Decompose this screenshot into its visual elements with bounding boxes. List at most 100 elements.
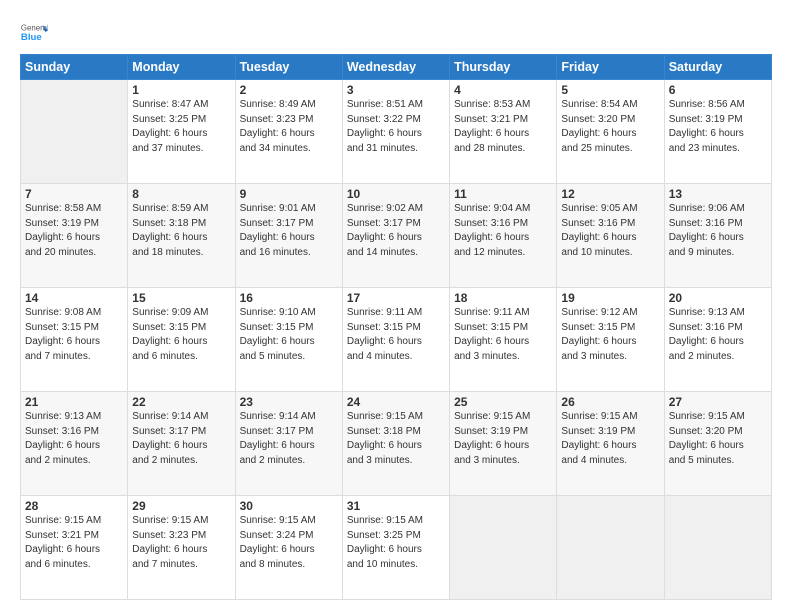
calendar-table: SundayMondayTuesdayWednesdayThursdayFrid… <box>20 54 772 600</box>
day-info: Sunrise: 9:15 AM Sunset: 3:24 PM Dayligh… <box>240 514 338 572</box>
day-info: Sunrise: 9:15 AM Sunset: 3:25 PM Dayligh… <box>347 514 445 572</box>
day-number: 8 <box>132 187 230 201</box>
svg-text:Blue: Blue <box>21 32 42 43</box>
calendar-day-cell: 24Sunrise: 9:15 AM Sunset: 3:18 PM Dayli… <box>342 392 449 496</box>
calendar-week-row: 14Sunrise: 9:08 AM Sunset: 3:15 PM Dayli… <box>21 288 772 392</box>
day-number: 13 <box>669 187 767 201</box>
day-number: 28 <box>25 499 123 513</box>
day-info: Sunrise: 9:15 AM Sunset: 3:21 PM Dayligh… <box>25 514 123 572</box>
calendar-day-cell: 6Sunrise: 8:56 AM Sunset: 3:19 PM Daylig… <box>664 80 771 184</box>
day-number: 17 <box>347 291 445 305</box>
day-number: 6 <box>669 83 767 97</box>
day-number: 20 <box>669 291 767 305</box>
calendar-day-cell <box>450 496 557 600</box>
day-number: 31 <box>347 499 445 513</box>
day-info: Sunrise: 8:53 AM Sunset: 3:21 PM Dayligh… <box>454 98 552 156</box>
day-number: 27 <box>669 395 767 409</box>
calendar-day-cell: 28Sunrise: 9:15 AM Sunset: 3:21 PM Dayli… <box>21 496 128 600</box>
calendar-day-cell: 10Sunrise: 9:02 AM Sunset: 3:17 PM Dayli… <box>342 184 449 288</box>
day-info: Sunrise: 9:10 AM Sunset: 3:15 PM Dayligh… <box>240 306 338 364</box>
calendar-day-cell: 19Sunrise: 9:12 AM Sunset: 3:15 PM Dayli… <box>557 288 664 392</box>
day-number: 15 <box>132 291 230 305</box>
calendar-day-cell: 5Sunrise: 8:54 AM Sunset: 3:20 PM Daylig… <box>557 80 664 184</box>
calendar-day-cell: 15Sunrise: 9:09 AM Sunset: 3:15 PM Dayli… <box>128 288 235 392</box>
calendar-day-cell: 27Sunrise: 9:15 AM Sunset: 3:20 PM Dayli… <box>664 392 771 496</box>
day-info: Sunrise: 8:49 AM Sunset: 3:23 PM Dayligh… <box>240 98 338 156</box>
calendar-week-row: 7Sunrise: 8:58 AM Sunset: 3:19 PM Daylig… <box>21 184 772 288</box>
day-number: 3 <box>347 83 445 97</box>
day-number: 10 <box>347 187 445 201</box>
logo-icon: General Blue <box>20 18 48 46</box>
day-number: 1 <box>132 83 230 97</box>
day-info: Sunrise: 9:15 AM Sunset: 3:18 PM Dayligh… <box>347 410 445 468</box>
day-number: 21 <box>25 395 123 409</box>
calendar-day-cell: 25Sunrise: 9:15 AM Sunset: 3:19 PM Dayli… <box>450 392 557 496</box>
day-info: Sunrise: 9:02 AM Sunset: 3:17 PM Dayligh… <box>347 202 445 260</box>
logo: General Blue <box>20 18 52 46</box>
calendar-day-cell: 22Sunrise: 9:14 AM Sunset: 3:17 PM Dayli… <box>128 392 235 496</box>
calendar-day-cell: 30Sunrise: 9:15 AM Sunset: 3:24 PM Dayli… <box>235 496 342 600</box>
day-number: 14 <box>25 291 123 305</box>
day-number: 16 <box>240 291 338 305</box>
day-info: Sunrise: 9:13 AM Sunset: 3:16 PM Dayligh… <box>25 410 123 468</box>
day-info: Sunrise: 9:12 AM Sunset: 3:15 PM Dayligh… <box>561 306 659 364</box>
calendar-day-cell <box>557 496 664 600</box>
calendar-day-header: Sunday <box>21 55 128 80</box>
calendar-day-cell: 8Sunrise: 8:59 AM Sunset: 3:18 PM Daylig… <box>128 184 235 288</box>
day-info: Sunrise: 9:14 AM Sunset: 3:17 PM Dayligh… <box>240 410 338 468</box>
page-header: General Blue <box>20 18 772 46</box>
day-number: 12 <box>561 187 659 201</box>
day-info: Sunrise: 9:01 AM Sunset: 3:17 PM Dayligh… <box>240 202 338 260</box>
calendar-day-cell: 20Sunrise: 9:13 AM Sunset: 3:16 PM Dayli… <box>664 288 771 392</box>
day-info: Sunrise: 9:15 AM Sunset: 3:19 PM Dayligh… <box>561 410 659 468</box>
day-number: 23 <box>240 395 338 409</box>
day-info: Sunrise: 9:04 AM Sunset: 3:16 PM Dayligh… <box>454 202 552 260</box>
day-number: 5 <box>561 83 659 97</box>
calendar-week-row: 1Sunrise: 8:47 AM Sunset: 3:25 PM Daylig… <box>21 80 772 184</box>
calendar-day-header: Wednesday <box>342 55 449 80</box>
day-info: Sunrise: 9:08 AM Sunset: 3:15 PM Dayligh… <box>25 306 123 364</box>
calendar-day-header: Tuesday <box>235 55 342 80</box>
calendar-day-cell: 12Sunrise: 9:05 AM Sunset: 3:16 PM Dayli… <box>557 184 664 288</box>
calendar-day-cell: 13Sunrise: 9:06 AM Sunset: 3:16 PM Dayli… <box>664 184 771 288</box>
day-number: 26 <box>561 395 659 409</box>
calendar-day-cell: 1Sunrise: 8:47 AM Sunset: 3:25 PM Daylig… <box>128 80 235 184</box>
day-info: Sunrise: 8:54 AM Sunset: 3:20 PM Dayligh… <box>561 98 659 156</box>
calendar-day-cell: 26Sunrise: 9:15 AM Sunset: 3:19 PM Dayli… <box>557 392 664 496</box>
calendar-day-cell: 16Sunrise: 9:10 AM Sunset: 3:15 PM Dayli… <box>235 288 342 392</box>
day-number: 24 <box>347 395 445 409</box>
day-number: 18 <box>454 291 552 305</box>
day-number: 29 <box>132 499 230 513</box>
day-info: Sunrise: 8:51 AM Sunset: 3:22 PM Dayligh… <box>347 98 445 156</box>
calendar-day-cell: 31Sunrise: 9:15 AM Sunset: 3:25 PM Dayli… <box>342 496 449 600</box>
calendar-day-cell: 23Sunrise: 9:14 AM Sunset: 3:17 PM Dayli… <box>235 392 342 496</box>
calendar-day-cell: 7Sunrise: 8:58 AM Sunset: 3:19 PM Daylig… <box>21 184 128 288</box>
calendar-week-row: 21Sunrise: 9:13 AM Sunset: 3:16 PM Dayli… <box>21 392 772 496</box>
calendar-day-cell: 9Sunrise: 9:01 AM Sunset: 3:17 PM Daylig… <box>235 184 342 288</box>
calendar-day-cell: 14Sunrise: 9:08 AM Sunset: 3:15 PM Dayli… <box>21 288 128 392</box>
day-number: 7 <box>25 187 123 201</box>
calendar-day-cell: 18Sunrise: 9:11 AM Sunset: 3:15 PM Dayli… <box>450 288 557 392</box>
day-number: 2 <box>240 83 338 97</box>
day-number: 19 <box>561 291 659 305</box>
calendar-day-header: Saturday <box>664 55 771 80</box>
calendar-day-cell: 29Sunrise: 9:15 AM Sunset: 3:23 PM Dayli… <box>128 496 235 600</box>
day-number: 25 <box>454 395 552 409</box>
calendar-day-cell <box>664 496 771 600</box>
calendar-day-cell: 2Sunrise: 8:49 AM Sunset: 3:23 PM Daylig… <box>235 80 342 184</box>
calendar-day-cell: 4Sunrise: 8:53 AM Sunset: 3:21 PM Daylig… <box>450 80 557 184</box>
day-info: Sunrise: 9:13 AM Sunset: 3:16 PM Dayligh… <box>669 306 767 364</box>
day-info: Sunrise: 8:47 AM Sunset: 3:25 PM Dayligh… <box>132 98 230 156</box>
day-info: Sunrise: 8:58 AM Sunset: 3:19 PM Dayligh… <box>25 202 123 260</box>
day-info: Sunrise: 9:15 AM Sunset: 3:20 PM Dayligh… <box>669 410 767 468</box>
calendar-day-header: Thursday <box>450 55 557 80</box>
day-info: Sunrise: 9:09 AM Sunset: 3:15 PM Dayligh… <box>132 306 230 364</box>
day-info: Sunrise: 9:14 AM Sunset: 3:17 PM Dayligh… <box>132 410 230 468</box>
calendar-day-cell: 11Sunrise: 9:04 AM Sunset: 3:16 PM Dayli… <box>450 184 557 288</box>
day-number: 30 <box>240 499 338 513</box>
calendar-day-cell: 3Sunrise: 8:51 AM Sunset: 3:22 PM Daylig… <box>342 80 449 184</box>
calendar-week-row: 28Sunrise: 9:15 AM Sunset: 3:21 PM Dayli… <box>21 496 772 600</box>
day-info: Sunrise: 9:15 AM Sunset: 3:19 PM Dayligh… <box>454 410 552 468</box>
calendar-day-header: Friday <box>557 55 664 80</box>
day-info: Sunrise: 9:11 AM Sunset: 3:15 PM Dayligh… <box>347 306 445 364</box>
